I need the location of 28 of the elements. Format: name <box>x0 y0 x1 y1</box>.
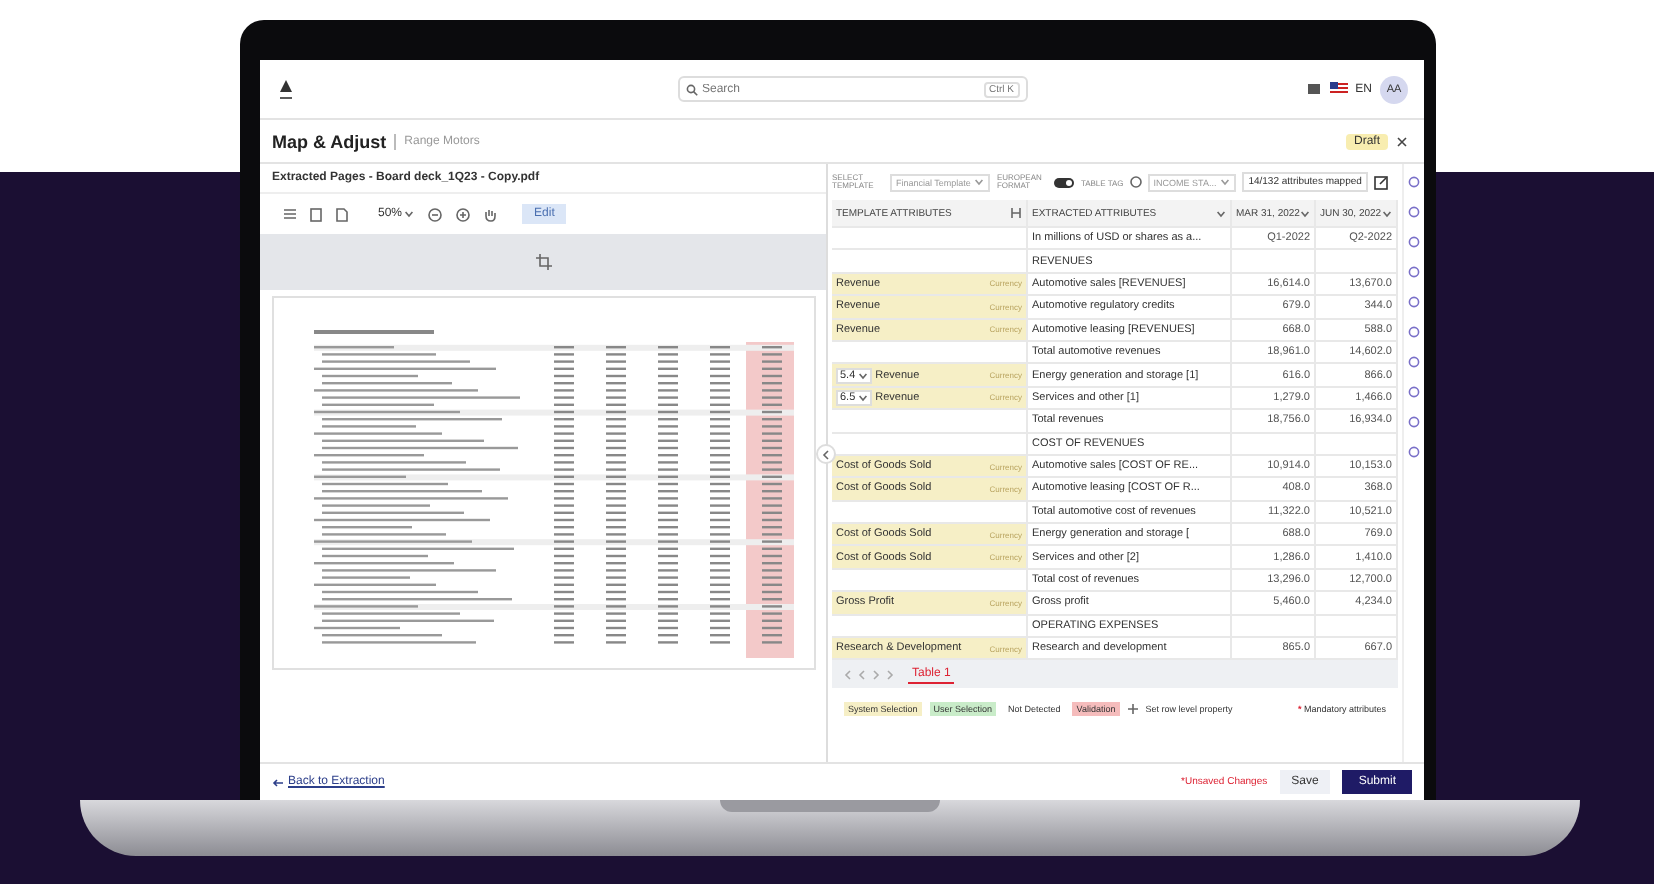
document-icon[interactable] <box>336 207 348 221</box>
collapse-columns-icon[interactable] <box>1010 208 1022 218</box>
flag-icon[interactable] <box>1329 82 1348 96</box>
caret-icon <box>1220 178 1231 186</box>
zoom-in-icon[interactable] <box>456 207 471 221</box>
caret-icon <box>1216 209 1226 217</box>
logo-icon[interactable] <box>276 77 296 101</box>
european-format-toggle[interactable] <box>1054 177 1075 187</box>
menu-icon[interactable] <box>284 208 296 220</box>
page-icon[interactable] <box>310 207 322 221</box>
close-icon[interactable] <box>1396 135 1408 147</box>
crop-icon[interactable] <box>535 254 551 270</box>
chevron-left-icon <box>822 449 830 459</box>
hand-icon[interactable] <box>484 207 497 221</box>
export-icon[interactable] <box>1373 175 1388 189</box>
search-icon <box>686 83 698 95</box>
info-icon <box>1129 176 1142 188</box>
zoom-out-icon[interactable] <box>428 207 443 221</box>
back-arrow-icon <box>272 777 284 787</box>
caret-icon <box>1300 209 1310 217</box>
caret-icon <box>404 210 415 218</box>
caret-icon <box>857 371 868 380</box>
caret-icon <box>1382 209 1392 217</box>
collapse-handle[interactable] <box>816 444 836 464</box>
caret-icon <box>974 178 985 186</box>
caret-icon <box>857 393 868 402</box>
row-property-icon <box>1127 703 1138 714</box>
page-title: Map & Adjust <box>272 131 387 151</box>
